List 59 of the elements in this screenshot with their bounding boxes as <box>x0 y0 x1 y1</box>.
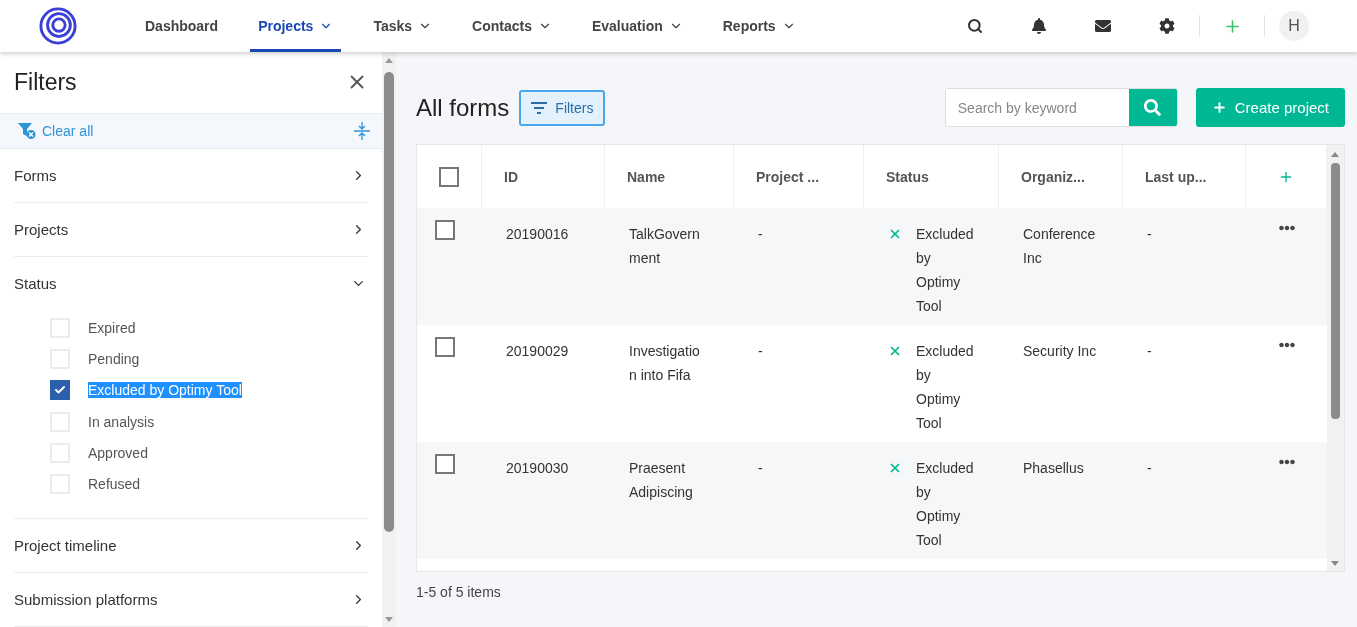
option-label: Expired <box>88 319 136 336</box>
check-icon <box>54 384 66 397</box>
avatar[interactable]: H <box>1279 11 1309 41</box>
option-label: Refused <box>88 476 141 493</box>
table-cell: 20190030 <box>506 460 569 476</box>
filter-section-header[interactable]: Status <box>14 257 368 311</box>
table-cell: 20190029 <box>506 343 569 359</box>
checkbox[interactable] <box>439 166 459 187</box>
filter-clear-icon <box>18 123 36 140</box>
option-label: Pending <box>88 351 140 368</box>
status-text: Excluded by Optimy Tool <box>916 459 975 550</box>
table-cell: - <box>758 343 763 359</box>
table-cell: - <box>1147 460 1152 476</box>
search-icon <box>1144 99 1162 116</box>
table-cell: - <box>758 460 763 476</box>
search-field[interactable]: Search by keyword <box>944 88 1178 127</box>
option-label: In analysis <box>88 413 155 430</box>
bell-icon <box>1031 18 1047 34</box>
settings-icon <box>1159 18 1175 34</box>
nav-tab[interactable]: Tasks <box>365 0 441 52</box>
pagination-text: 1-5 of 5 items <box>416 583 502 600</box>
table-cell-text: Praesent Adipiscing <box>629 459 694 502</box>
table-cell: - <box>1147 226 1152 242</box>
option-label: Approved <box>88 445 148 462</box>
table-cell-text: Conference Inc <box>1023 225 1097 268</box>
nav-tab[interactable]: Dashboard <box>137 0 227 52</box>
filter-section-header[interactable]: Submission platforms <box>14 573 368 626</box>
envelope-icon <box>1095 18 1111 34</box>
filter-lines-icon <box>531 101 548 114</box>
nav-tab[interactable]: Evaluation <box>583 0 691 52</box>
status-text: Excluded by Optimy Tool <box>916 342 975 433</box>
filters-button[interactable]: Filters <box>519 89 606 126</box>
option-label: Excluded by Optimy Tool <box>88 382 242 399</box>
table-cell: - <box>1147 343 1152 359</box>
page-title: All forms <box>416 93 510 122</box>
checkbox[interactable] <box>50 380 70 401</box>
plus-icon <box>1211 100 1227 115</box>
nav-tab[interactable]: Reports <box>714 0 804 52</box>
table-cell-text: TalkGovernment <box>629 225 701 268</box>
table-cell: 20190016 <box>506 226 569 242</box>
search-icon <box>967 18 983 34</box>
checkbox[interactable] <box>434 220 455 240</box>
table-cell: - <box>758 226 763 242</box>
cross-icon <box>888 461 902 475</box>
table-cell-text: Security Inc <box>1023 342 1098 361</box>
filters-title: Filters <box>14 68 77 96</box>
filter-section-header[interactable]: Projects <box>14 203 368 257</box>
cross-icon <box>888 344 902 358</box>
table-cell-text: Investigation into Fifa <box>629 342 701 385</box>
status-text: Excluded by Optimy Tool <box>916 225 975 316</box>
cross-icon <box>888 227 902 241</box>
nav-tab[interactable]: Contacts <box>464 0 560 52</box>
filter-section-header[interactable]: Project timeline <box>14 519 368 572</box>
filter-section-header[interactable]: Forms <box>14 149 368 203</box>
collapse-icon[interactable] <box>354 122 370 141</box>
checkbox[interactable] <box>434 454 455 474</box>
checkbox[interactable] <box>434 337 455 357</box>
table-cell-text: Phasellus <box>1023 459 1085 478</box>
logo-icon <box>39 7 77 45</box>
